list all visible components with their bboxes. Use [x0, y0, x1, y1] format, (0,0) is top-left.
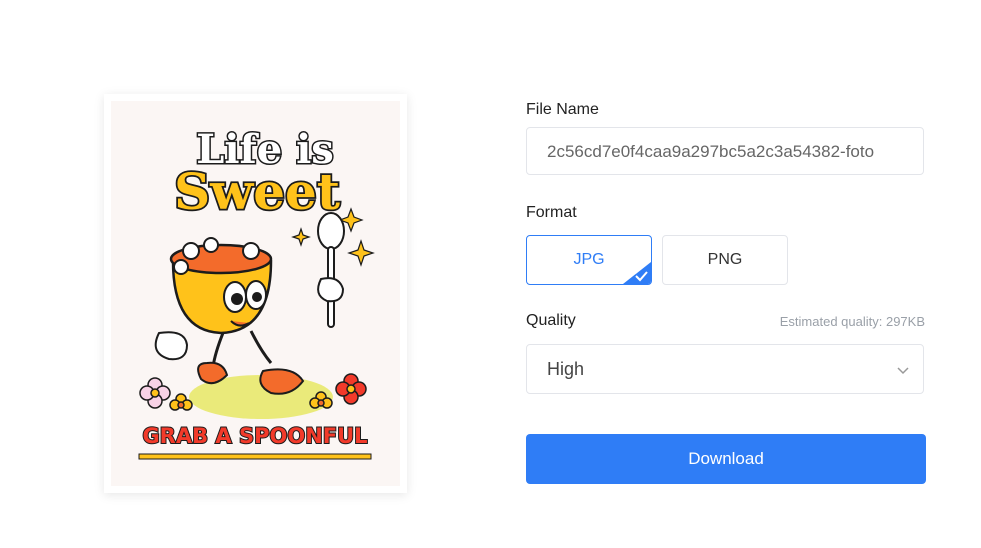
format-label: Format — [526, 204, 577, 221]
quality-select-value: High — [547, 359, 585, 379]
quality-select[interactable]: High — [526, 344, 924, 394]
format-option-jpg[interactable]: JPG — [526, 235, 652, 285]
poster-title-line2: Sweet — [174, 162, 340, 221]
check-icon — [623, 262, 651, 284]
chevron-down-icon — [897, 367, 909, 375]
quality-label: Quality — [526, 312, 576, 329]
poster-tagline: GRAB A SPOONFUL — [142, 424, 367, 448]
download-button[interactable]: Download — [526, 434, 926, 484]
estimated-quality-text: Estimated quality: 297KB — [779, 314, 925, 329]
format-option-png-label: PNG — [707, 251, 743, 268]
file-name-label: File Name — [526, 101, 599, 118]
image-preview-card: Life is Sweet GRAB A SPOONFUL — [104, 94, 407, 493]
poster-image: Life is Sweet GRAB A SPOONFUL — [111, 101, 400, 486]
format-option-png[interactable]: PNG — [662, 235, 788, 285]
format-option-jpg-label: JPG — [573, 251, 605, 268]
file-name-input[interactable]: 2c56cd7e0f4caa9a297bc5a2c3a54382-foto — [526, 127, 924, 175]
